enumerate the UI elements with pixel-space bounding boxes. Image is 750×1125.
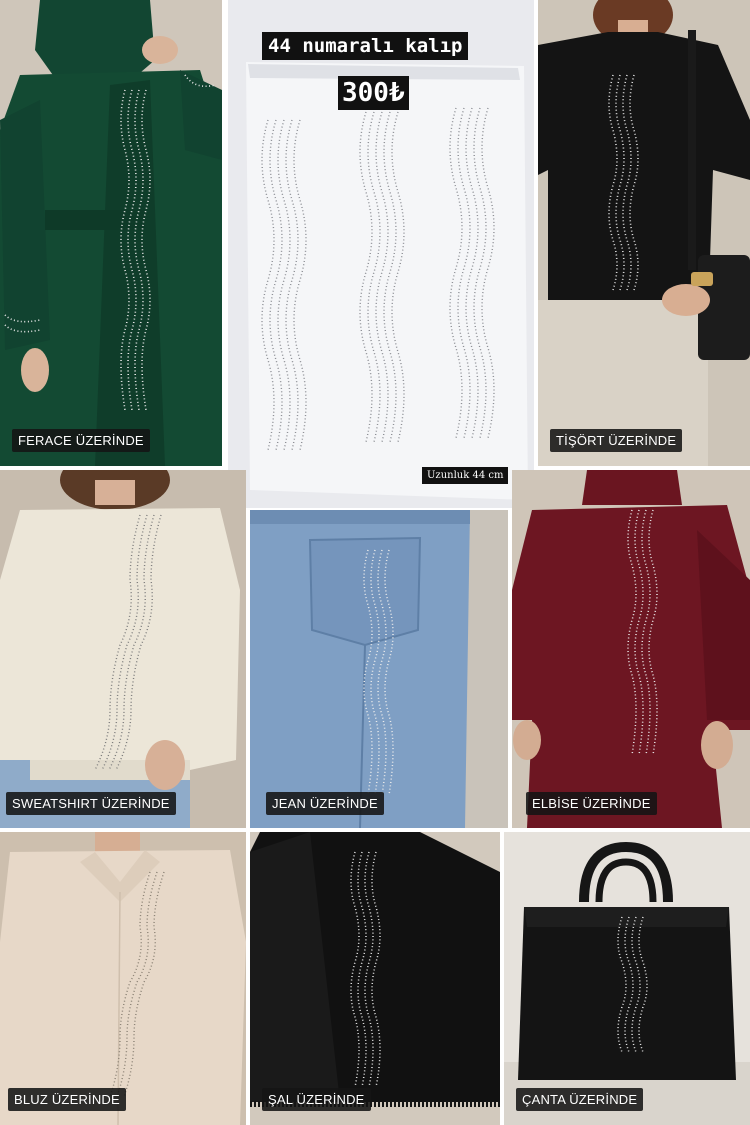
sal-photo: ŞAL ÜZERİNDE (250, 832, 500, 1125)
tile-label-sweatshirt: SWEATSHIRT ÜZERİNDE (6, 792, 176, 815)
tile-label-sal: ŞAL ÜZERİNDE (262, 1088, 371, 1111)
tile-label-ferace: FERACE ÜZERİNDE (12, 429, 150, 452)
tile-label-elbise: ELBİSE ÜZERİNDE (526, 792, 657, 815)
tile-label-canta: ÇANTA ÜZERİNDE (516, 1088, 644, 1111)
tile-label-tisort: TİŞÖRT ÜZERİNDE (550, 429, 683, 452)
tile-label-jean: JEAN ÜZERİNDE (266, 792, 384, 815)
jean-photo: JEAN ÜZERİNDE (250, 510, 508, 828)
length-note: Uzunluk 44 cm (422, 467, 509, 484)
price-badge: 300₺ (338, 76, 409, 110)
tile-label-bluz: BLUZ ÜZERİNDE (8, 1088, 126, 1111)
pattern-title: 44 numaralı kalıp (262, 32, 469, 60)
tisort-photo: TİŞÖRT ÜZERİNDE (538, 0, 750, 466)
ferace-photo: FERACE ÜZERİNDE (0, 0, 222, 466)
transfer-sheet-photo: 44 numaralı kalıp 300₺ Uzunluk 44 cm (228, 0, 534, 508)
bluz-photo: BLUZ ÜZERİNDE (0, 832, 246, 1125)
canta-photo: ÇANTA ÜZERİNDE (504, 832, 750, 1125)
elbise-photo: ELBİSE ÜZERİNDE (512, 470, 750, 828)
sweatshirt-photo: SWEATSHIRT ÜZERİNDE (0, 470, 246, 828)
